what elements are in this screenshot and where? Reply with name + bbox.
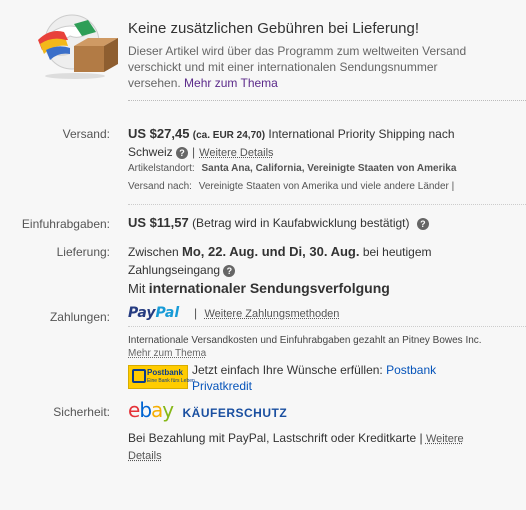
help-icon[interactable]: ?	[176, 146, 189, 159]
delivery-value: Zwischen Mo, 22. Aug. und Di, 30. Aug. b…	[128, 243, 523, 298]
tracking-prefix: Mit	[128, 281, 146, 296]
shipping-divider	[128, 204, 526, 205]
shipto-label: Versand nach:	[128, 181, 192, 192]
security-label: Sicherheit:	[53, 405, 110, 419]
banner-description: Dieser Artikel wird über das Programm zu…	[128, 43, 518, 91]
paypal-logo: PayPal	[128, 305, 184, 321]
item-location: Artikelstandort: Santa Ana, California, …	[128, 163, 456, 174]
import-note: (Betrag wird in Kaufabwicklung bestätigt…	[192, 216, 410, 230]
ebay-y: y	[162, 398, 174, 422]
postbank-tagline: Eine Bank fürs Leben.	[147, 378, 197, 384]
pitney-note: Internationale Versandkosten und Einfuhr…	[128, 335, 482, 346]
import-value: US $11,57 (Betrag wird in Kaufabwicklung…	[128, 215, 429, 230]
security-details-link1[interactable]: Weitere	[426, 433, 464, 445]
security-note: Bei Bezahlung mit PayPal, Lastschrift od…	[128, 430, 518, 464]
security-note-text: Bei Bezahlung mit PayPal, Lastschrift od…	[128, 431, 423, 445]
delivery-dates: Mo, 22. Aug. und Di, 30. Aug.	[182, 244, 360, 259]
help-icon[interactable]: ?	[223, 264, 236, 277]
paypal-pay: Pay	[128, 305, 156, 321]
security-details-link2[interactable]: Details	[128, 450, 162, 462]
banner-divider	[128, 100, 526, 101]
ebay-b: b	[139, 398, 152, 422]
banner-more-link[interactable]: Mehr zum Thema	[184, 76, 278, 90]
delivery-prefix: Zwischen	[128, 245, 179, 259]
help-icon[interactable]: ?	[416, 217, 429, 230]
import-label: Einfuhrabgaben:	[21, 217, 110, 231]
location-label: Artikelstandort:	[128, 163, 195, 174]
postbank-logo[interactable]: Postbank Eine Bank fürs Leben.	[128, 365, 196, 389]
credit-text: Jetzt einfach Ihre Wünsche erfüllen:	[192, 363, 383, 377]
ebay-buyer-protection-logo: ebay KÄUFERSCHUTZ	[128, 398, 287, 422]
import-price: US $11,57	[128, 215, 189, 230]
delivery-suffix: bei heutigem	[362, 245, 432, 259]
shipto-value: Vereinigte Staaten von Amerika und viele…	[198, 181, 455, 192]
shipping-service-line1: International Priority Shipping nach	[268, 127, 455, 141]
payment-methods: PayPal | Weitere Zahlungsmethoden	[128, 305, 340, 321]
banner-desc-prefix: versehen.	[128, 76, 181, 90]
payments-divider	[128, 326, 526, 327]
delivery-line2: Zahlungseingang	[128, 263, 221, 277]
banner-desc-line1: Dieser Artikel wird über das Programm zu…	[128, 44, 467, 58]
location-value: Santa Ana, California, Vereinigte Staate…	[201, 163, 457, 174]
shipping-price: US $27,45	[128, 126, 190, 141]
credit-offer: Jetzt einfach Ihre Wünsche erfüllen: Pos…	[192, 362, 522, 394]
delivery-label: Lieferung:	[56, 245, 110, 259]
shipping-service-line2: Schweiz	[128, 145, 173, 159]
paypal-pal: Pal	[155, 305, 180, 321]
ebay-e: e	[128, 398, 140, 422]
payments-label: Zahlungen:	[49, 310, 110, 324]
shipping-details-link[interactable]: Weitere Details	[199, 147, 273, 159]
banner-desc-line2: verschickt und mit einer internationalen…	[128, 60, 438, 74]
pitney-more-link[interactable]: Mehr zum Thema	[128, 348, 206, 359]
postbank-logo-text: Postbank	[147, 368, 184, 377]
tracking-text: internationaler Sendungsverfolgung	[148, 280, 390, 296]
credit-link-privatkredit[interactable]: Privatkredit	[192, 379, 252, 393]
banner-title: Keine zusätzlichen Gebühren bei Lieferun…	[128, 20, 420, 37]
banner-desc-line3: versehen. Mehr zum Thema	[128, 75, 518, 91]
shipping-approx: (ca. EUR 24,70)	[192, 130, 266, 141]
shipping-label: Versand:	[62, 127, 110, 141]
ship-to: Versand nach: Vereinigte Staaten von Ame…	[128, 181, 454, 192]
ebay-a: a	[151, 398, 163, 422]
credit-link-postbank[interactable]: Postbank	[386, 363, 436, 377]
buyer-protection-text: KÄUFERSCHUTZ	[182, 406, 288, 420]
globe-package-icon	[30, 10, 120, 80]
shipping-value: US $27,45 (ca. EUR 24,70) International …	[128, 126, 455, 159]
payment-methods-link[interactable]: Weitere Zahlungsmethoden	[204, 308, 339, 320]
